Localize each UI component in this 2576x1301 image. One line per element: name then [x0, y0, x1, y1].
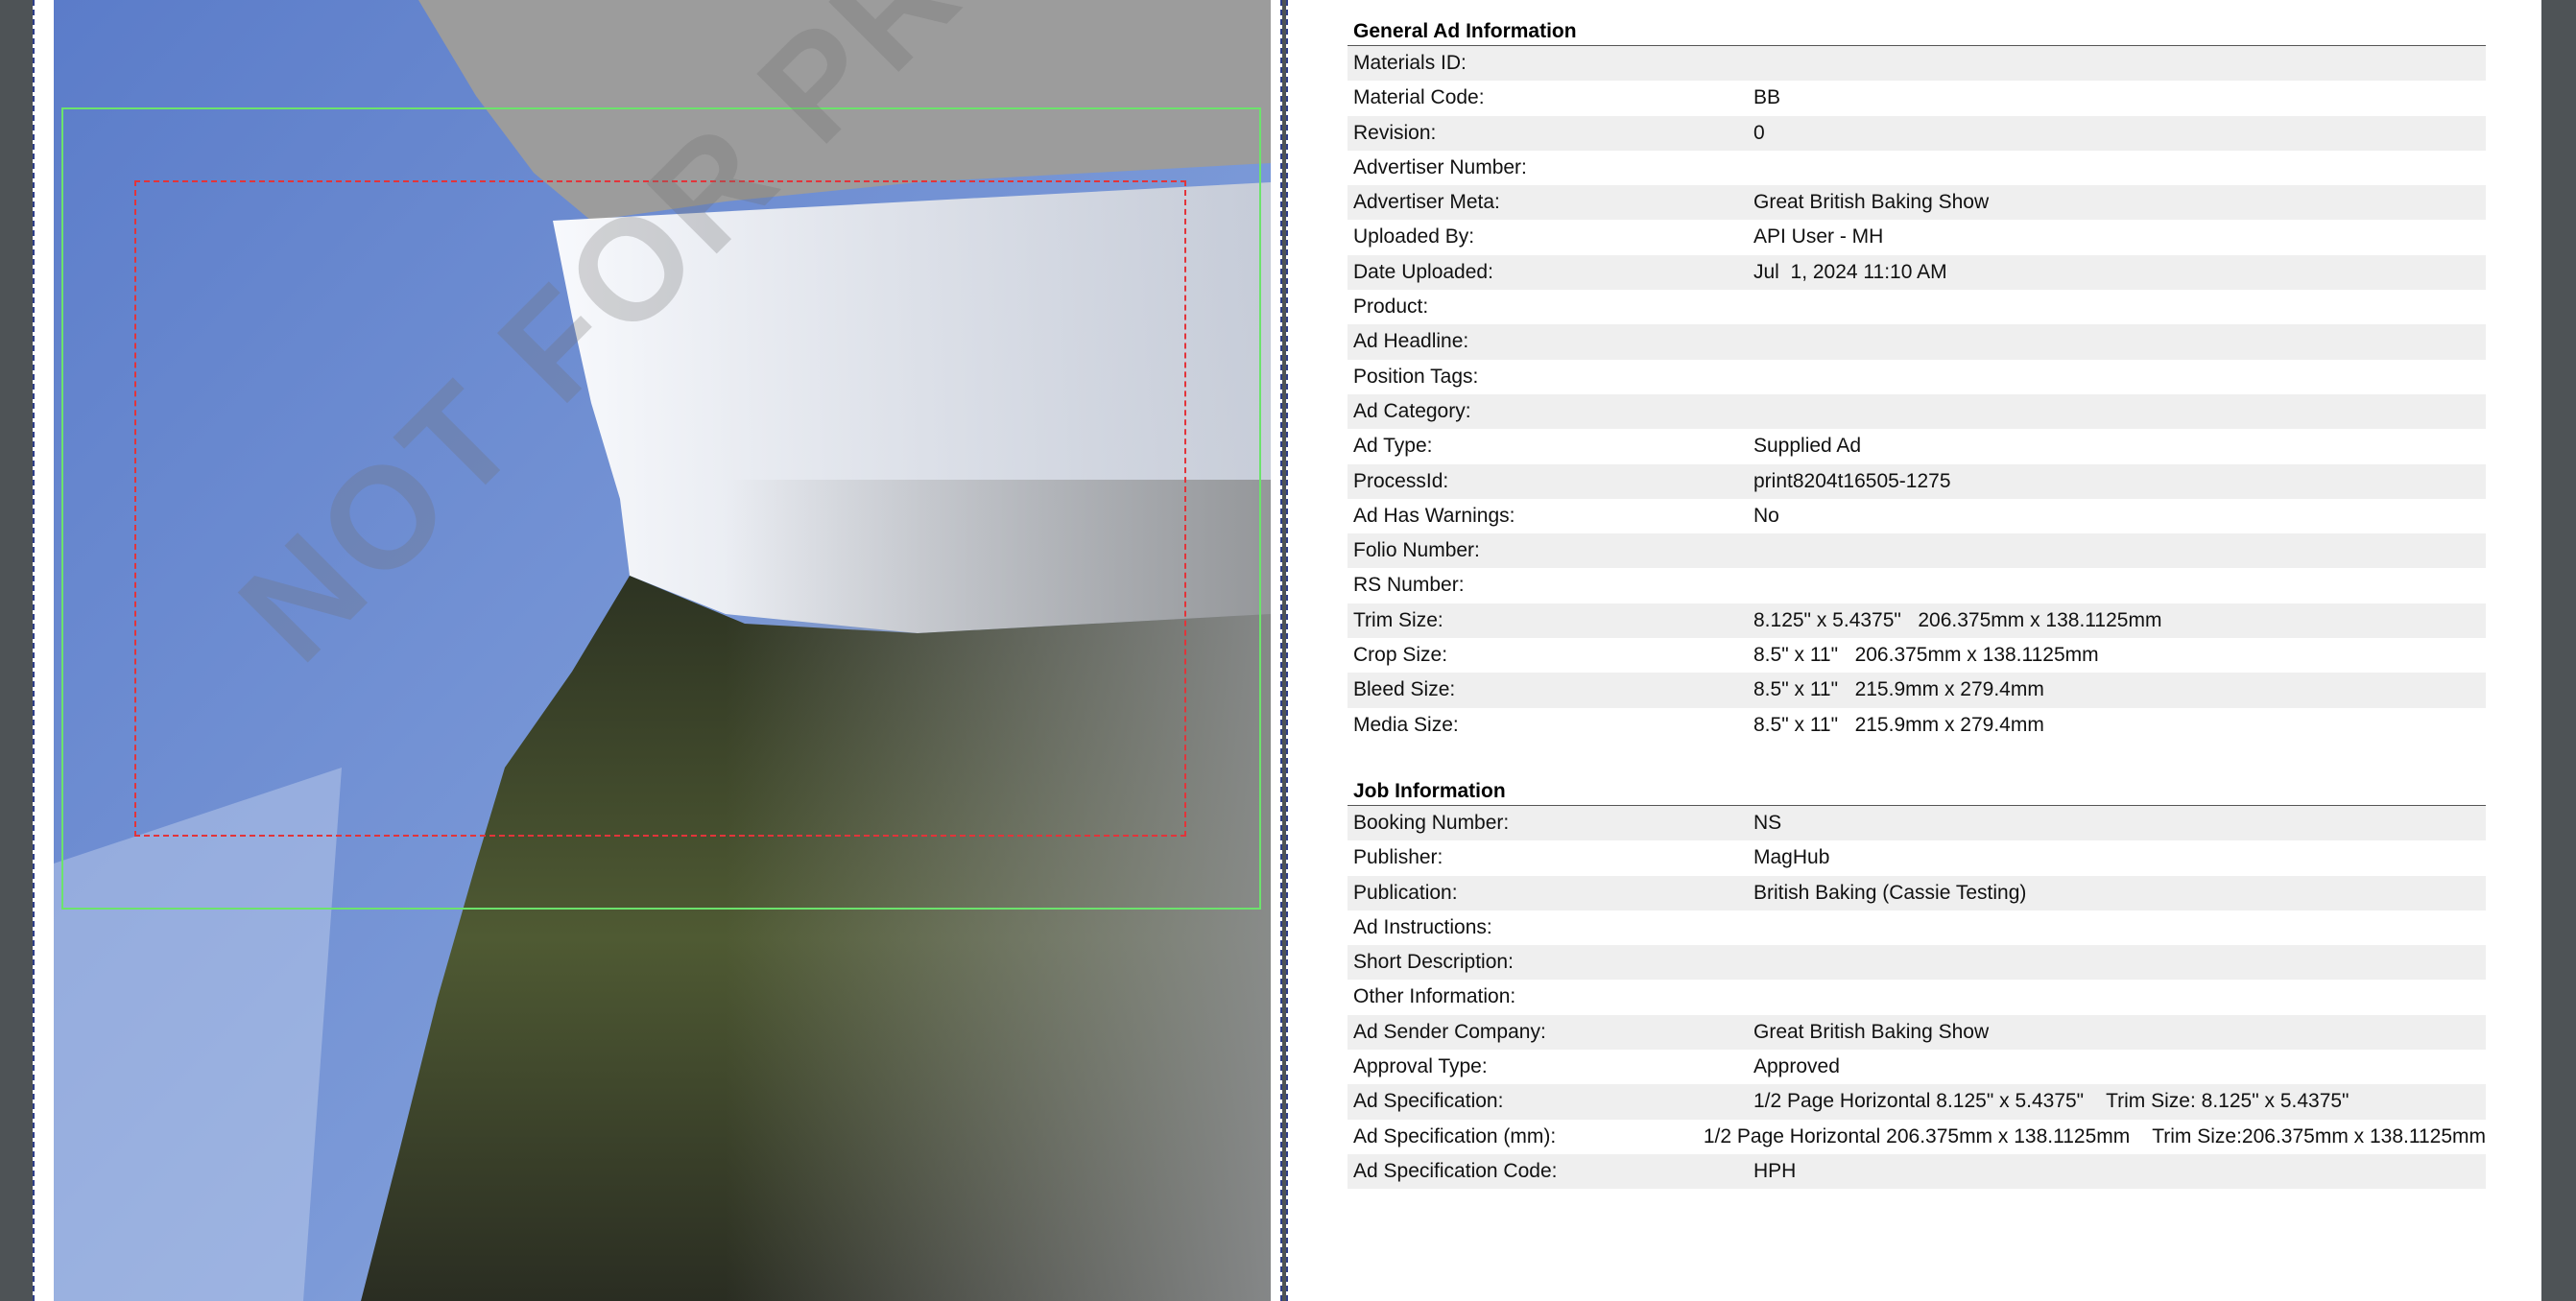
info-row: Publisher: MagHub — [1348, 840, 2486, 875]
info-row: Folio Number: — [1348, 533, 2486, 569]
info-label: Advertiser Meta: — [1353, 191, 1500, 214]
info-label: Position Tags: — [1353, 365, 1479, 388]
info-row: Other Information: — [1348, 980, 2486, 1014]
info-row: Date Uploaded: Jul 1, 2024 11:10 AM — [1348, 254, 2486, 291]
ad-info-page: General Ad Information Materials ID: Mater… — [1286, 0, 2541, 1301]
info-row: Advertiser Number: — [1348, 151, 2486, 185]
info-value: API User - MH — [1753, 225, 1884, 248]
info-label: Short Description: — [1353, 951, 1514, 974]
info-label: Advertiser Number: — [1353, 155, 1527, 178]
info-label: Other Information: — [1353, 985, 1516, 1008]
info-label: Publisher: — [1353, 846, 1443, 869]
info-value: print8204t16505-1275 — [1753, 469, 1951, 492]
info-label: Ad Specification (mm): — [1353, 1124, 1557, 1147]
info-row: Ad Instructions: — [1348, 911, 2486, 945]
info-value: NS — [1753, 811, 1782, 834]
info-label: Folio Number: — [1353, 539, 1480, 562]
info-row: Position Tags: — [1348, 360, 2486, 394]
info-row: Advertiser Meta: Great British Baking Sho… — [1348, 185, 2486, 221]
info-label: Date Uploaded: — [1353, 260, 1493, 283]
info-row: Publication: British Baking (Cassie Testi… — [1348, 875, 2486, 911]
info-row: Booking Number: NS — [1348, 805, 2486, 841]
info-row: Revision: 0 — [1348, 115, 2486, 151]
info-row: Crop Size: 8.5" x 11" 206.375mm x 138.112… — [1348, 638, 2486, 673]
info-value: Great British Baking Show — [1753, 1020, 1990, 1043]
info-label: Trim Size: — [1353, 608, 1443, 631]
info-label: Ad Specification Code: — [1353, 1159, 1558, 1182]
info-label: Booking Number: — [1353, 811, 1510, 834]
info-label: Materials ID: — [1353, 52, 1467, 74]
info-value: Jul 1, 2024 11:10 AM — [1753, 260, 1947, 283]
info-value: 8.5" x 11" 215.9mm x 279.4mm — [1753, 678, 2044, 701]
info-value: HPH — [1753, 1159, 1797, 1182]
info-row: RS Number: — [1348, 568, 2486, 603]
info-value: BB — [1753, 86, 1781, 109]
info-row: Material Code: BB — [1348, 81, 2486, 115]
info-label: Ad Has Warnings: — [1353, 504, 1515, 527]
info-row: Ad Specification Code: HPH — [1348, 1153, 2486, 1190]
info-row: Approval Type: Approved — [1348, 1050, 2486, 1084]
info-label: Media Size: — [1353, 713, 1459, 736]
info-value: 1/2 Page Horizontal 8.125" x 5.4375" Tri… — [1753, 1090, 2349, 1113]
info-row: Ad Specification (mm): 1/2 Page Horizonta… — [1348, 1120, 2486, 1154]
info-value: 8.5" x 11" 206.375mm x 138.1125mm — [1753, 644, 2099, 667]
info-label: Ad Headline: — [1353, 330, 1469, 353]
ad-info-content: General Ad Information Materials ID: Mater… — [1348, 17, 2541, 1190]
section-title: General Ad Information — [1348, 17, 2486, 46]
info-row: Ad Category: — [1348, 393, 2486, 430]
info-label: Product: — [1353, 296, 1429, 319]
section-title: Job Information — [1348, 777, 2486, 806]
info-label: Revision: — [1353, 121, 1437, 144]
info-value: 0 — [1753, 121, 1765, 144]
info-value: Great British Baking Show — [1753, 191, 1990, 214]
info-label: Material Code: — [1353, 86, 1485, 109]
info-label: Uploaded By: — [1353, 225, 1475, 248]
ad-preview-page: NOT FOR PRINT — [33, 0, 1282, 1301]
info-label: RS Number: — [1353, 574, 1465, 597]
info-row: Ad Sender Company: Great British Baking S… — [1348, 1014, 2486, 1051]
info-value: 1/2 Page Horizontal 206.375mm x 138.1125… — [1703, 1124, 2486, 1147]
info-row: ProcessId: print8204t16505-1275 — [1348, 463, 2486, 499]
info-label: Ad Instructions: — [1353, 915, 1492, 938]
info-row: Short Description: — [1348, 945, 2486, 981]
info-label: Publication: — [1353, 881, 1458, 904]
info-label: Ad Specification: — [1353, 1090, 1504, 1113]
info-row: Ad Specification: 1/2 Page Horizontal 8.1… — [1348, 1084, 2486, 1120]
info-label: ProcessId: — [1353, 469, 1449, 492]
info-row: Ad Type: Supplied Ad — [1348, 429, 2486, 463]
info-row: Trim Size: 8.125" x 5.4375" 206.375mm x 1… — [1348, 603, 2486, 639]
info-row: Media Size: 8.5" x 11" 215.9mm x 279.4mm — [1348, 708, 2486, 743]
info-row: Product: — [1348, 290, 2486, 324]
info-label: Crop Size: — [1353, 644, 1448, 667]
info-label: Approval Type: — [1353, 1055, 1488, 1078]
info-row: Materials ID: — [1348, 46, 2486, 82]
info-label: Ad Sender Company: — [1353, 1020, 1546, 1043]
info-value: Approved — [1753, 1055, 1840, 1078]
info-value: British Baking (Cassie Testing) — [1753, 881, 2027, 904]
info-row: Uploaded By: API User - MH — [1348, 220, 2486, 254]
info-row: Ad Has Warnings: No — [1348, 499, 2486, 533]
info-value: Supplied Ad — [1753, 435, 1862, 458]
info-row: Bleed Size: 8.5" x 11" 215.9mm x 279.4mm — [1348, 673, 2486, 708]
info-label: Bleed Size: — [1353, 678, 1456, 701]
info-value: MagHub — [1753, 846, 1830, 869]
info-label: Ad Category: — [1353, 399, 1471, 422]
info-value: 8.5" x 11" 215.9mm x 279.4mm — [1753, 713, 2044, 736]
info-value: 8.125" x 5.4375" 206.375mm x 138.1125mm — [1753, 608, 2162, 631]
info-label: Ad Type: — [1353, 435, 1433, 458]
info-value: No — [1753, 504, 1779, 527]
info-row: Ad Headline: — [1348, 324, 2486, 360]
